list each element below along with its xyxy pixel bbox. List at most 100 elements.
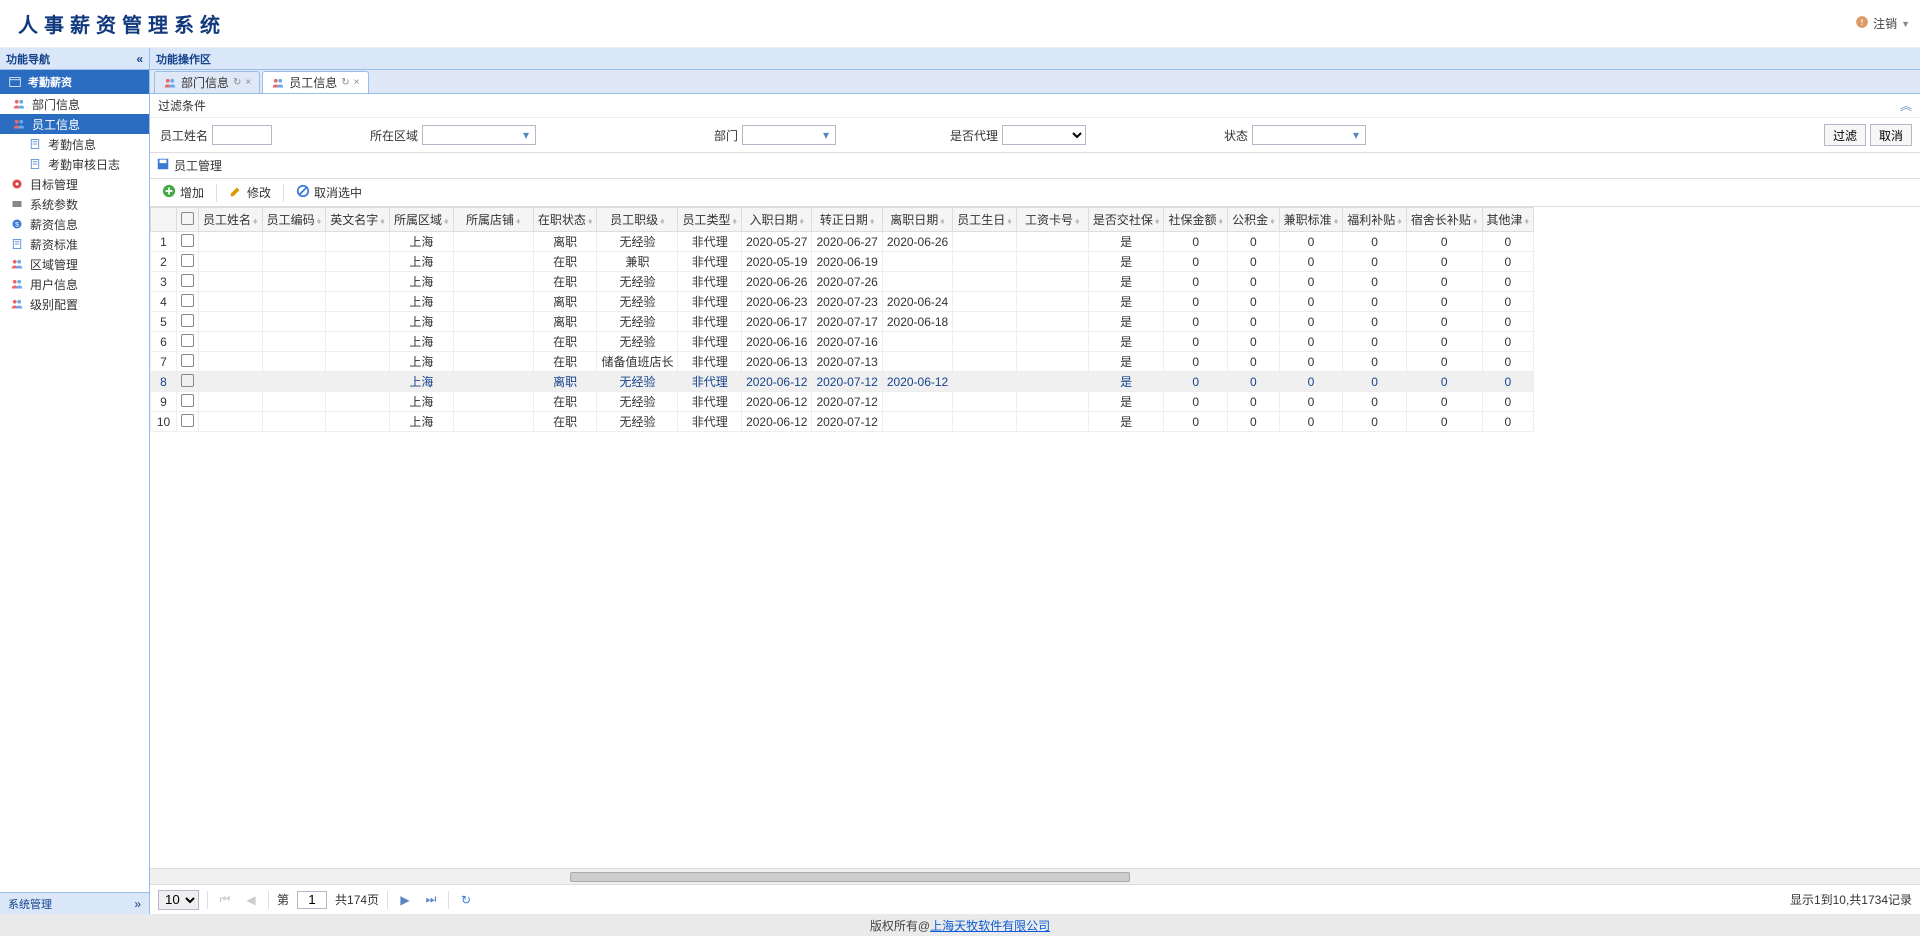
cell-social: 是 — [1088, 392, 1164, 412]
filter-button[interactable]: 过滤 — [1824, 124, 1866, 146]
nav-item2-3[interactable]: 薪资标准 — [0, 234, 149, 254]
table-row[interactable]: 1上海离职无经验非代理2020-05-272020-06-272020-06-2… — [151, 232, 1534, 252]
col-header[interactable]: 工资卡号♦ — [1016, 208, 1088, 232]
select-all-checkbox[interactable] — [181, 212, 194, 225]
row-checkbox[interactable] — [181, 354, 194, 367]
col-header[interactable]: 兼职标准♦ — [1279, 208, 1343, 232]
filter-region-select[interactable]: ▾ — [422, 125, 536, 145]
row-checkbox[interactable] — [181, 394, 194, 407]
col-header[interactable]: 离职日期♦ — [882, 208, 952, 232]
filter-name-input[interactable] — [212, 125, 272, 145]
filter-status-select[interactable]: ▾ — [1252, 125, 1366, 145]
col-header[interactable]: 员工姓名♦ — [199, 208, 263, 232]
row-checkbox[interactable] — [181, 374, 194, 387]
row-checkbox[interactable] — [181, 274, 194, 287]
nav-item2-4[interactable]: 区域管理 — [0, 254, 149, 274]
col-header[interactable]: 在职状态♦ — [533, 208, 597, 232]
col-header[interactable]: 是否交社保♦ — [1088, 208, 1164, 232]
row-checkbox[interactable] — [181, 314, 194, 327]
table-row[interactable]: 10上海在职无经验非代理2020-06-122020-07-12是000000 — [151, 412, 1534, 432]
expand-icon[interactable]: » — [134, 897, 141, 911]
cell-conf: 2020-06-19 — [812, 252, 882, 272]
collapse-icon[interactable]: « — [136, 52, 143, 66]
nav-item2-6[interactable]: 级别配置 — [0, 294, 149, 314]
nav-group-attendance[interactable]: 考勤薪资 — [0, 70, 149, 94]
table-row[interactable]: 3上海在职无经验非代理2020-06-262020-07-26是000000 — [151, 272, 1534, 292]
first-page-button[interactable]: ⏮ — [216, 891, 234, 909]
table-row[interactable]: 8上海离职无经验非代理2020-06-122020-07-122020-06-1… — [151, 372, 1534, 392]
table-row[interactable]: 2上海在职兼职非代理2020-05-192020-06-19是000000 — [151, 252, 1534, 272]
nav-item-2[interactable]: 考勤信息 — [0, 134, 149, 154]
filter-agent-select[interactable] — [1002, 125, 1086, 145]
tab-refresh-icon[interactable]: ↻ — [341, 77, 349, 88]
cell-status: 在职 — [533, 392, 597, 412]
col-header[interactable]: 员工职级♦ — [597, 208, 678, 232]
filter-dept-select[interactable]: ▾ — [742, 125, 836, 145]
cancel-button[interactable]: 取消 — [1870, 124, 1912, 146]
row-checkbox[interactable] — [181, 414, 194, 427]
row-checkbox[interactable] — [181, 294, 194, 307]
col-header[interactable]: 所属店铺♦ — [453, 208, 533, 232]
table-row[interactable]: 4上海离职无经验非代理2020-06-232020-07-232020-06-2… — [151, 292, 1534, 312]
page-input[interactable] — [297, 891, 327, 909]
add-button[interactable]: 增加 — [156, 182, 210, 203]
filter-collapse-icon[interactable]: ︽ — [1900, 97, 1912, 114]
logout-button[interactable]: 注销 ▼ — [1855, 15, 1910, 32]
col-header[interactable]: 入职日期♦ — [742, 208, 812, 232]
row-checkbox[interactable] — [181, 234, 194, 247]
tab-close-icon[interactable]: × — [354, 77, 360, 88]
page-size-select[interactable]: 10 — [158, 890, 199, 910]
tab-0[interactable]: 部门信息 ↻× — [154, 71, 260, 93]
nav-item-3[interactable]: 考勤审核日志 — [0, 154, 149, 174]
col-header[interactable]: 社保金额♦ — [1164, 208, 1228, 232]
last-page-button[interactable]: ⏭ — [422, 891, 440, 909]
nav-item2-1[interactable]: 系统参数 — [0, 194, 149, 214]
nav-label: 考勤信息 — [48, 136, 96, 153]
cell-s4: 0 — [1343, 272, 1407, 292]
table-row[interactable]: 6上海在职无经验非代理2020-06-162020-07-16是000000 — [151, 332, 1534, 352]
sort-icon: ♦ — [1007, 216, 1012, 226]
refresh-button[interactable]: ↻ — [457, 891, 475, 909]
scrollbar-thumb[interactable] — [570, 872, 1130, 882]
col-header[interactable]: 员工类型♦ — [678, 208, 742, 232]
nav-item-0[interactable]: 部门信息 — [0, 94, 149, 114]
next-page-button[interactable]: ▶ — [396, 891, 414, 909]
nav-item2-0[interactable]: 目标管理 — [0, 174, 149, 194]
nav-icon: $ — [10, 217, 24, 231]
prev-page-button[interactable]: ◀ — [242, 891, 260, 909]
nav-item2-5[interactable]: 用户信息 — [0, 274, 149, 294]
grid-container: 员工姓名♦员工编码♦英文名字♦所属区域♦所属店铺♦在职状态♦员工职级♦员工类型♦… — [150, 207, 1920, 868]
col-header[interactable]: 宿舍长补贴♦ — [1406, 208, 1482, 232]
sidebar-bottom[interactable]: 系统管理 » — [0, 892, 149, 914]
filter-dept-label: 部门 — [628, 127, 738, 144]
col-header[interactable]: 所属区域♦ — [389, 208, 453, 232]
col-header[interactable]: 英文名字♦ — [326, 208, 390, 232]
col-header[interactable]: 员工生日♦ — [953, 208, 1017, 232]
horizontal-scrollbar[interactable] — [150, 868, 1920, 884]
cell-status: 在职 — [533, 352, 597, 372]
nav-item-1[interactable]: 员工信息 — [0, 114, 149, 134]
cell-level: 无经验 — [597, 392, 678, 412]
cell-join: 2020-06-13 — [742, 352, 812, 372]
table-row[interactable]: 9上海在职无经验非代理2020-06-122020-07-12是000000 — [151, 392, 1534, 412]
tab-close-icon[interactable]: × — [245, 77, 251, 88]
deselect-button[interactable]: 取消选中 — [290, 182, 368, 203]
cell-type: 非代理 — [678, 392, 742, 412]
cell-s3: 0 — [1279, 252, 1343, 272]
tab-1[interactable]: 员工信息 ↻× — [262, 71, 368, 93]
row-checkbox[interactable] — [181, 334, 194, 347]
col-header[interactable]: 其他津♦ — [1482, 208, 1534, 232]
company-link[interactable]: 上海天牧软件有限公司 — [930, 917, 1050, 934]
table-row[interactable]: 5上海离职无经验非代理2020-06-172020-07-172020-06-1… — [151, 312, 1534, 332]
col-header[interactable]: 员工编码♦ — [262, 208, 326, 232]
tab-refresh-icon[interactable]: ↻ — [233, 77, 241, 88]
col-header[interactable]: 公积金♦ — [1228, 208, 1280, 232]
nav-icon — [12, 117, 26, 131]
row-checkbox[interactable] — [181, 254, 194, 267]
col-header[interactable]: 转正日期♦ — [812, 208, 882, 232]
sort-icon: ♦ — [516, 216, 521, 226]
edit-button[interactable]: 修改 — [223, 182, 277, 203]
table-row[interactable]: 7上海在职储备值班店长非代理2020-06-132020-07-13是00000… — [151, 352, 1534, 372]
col-header[interactable]: 福利补贴♦ — [1343, 208, 1407, 232]
nav-item2-2[interactable]: $薪资信息 — [0, 214, 149, 234]
